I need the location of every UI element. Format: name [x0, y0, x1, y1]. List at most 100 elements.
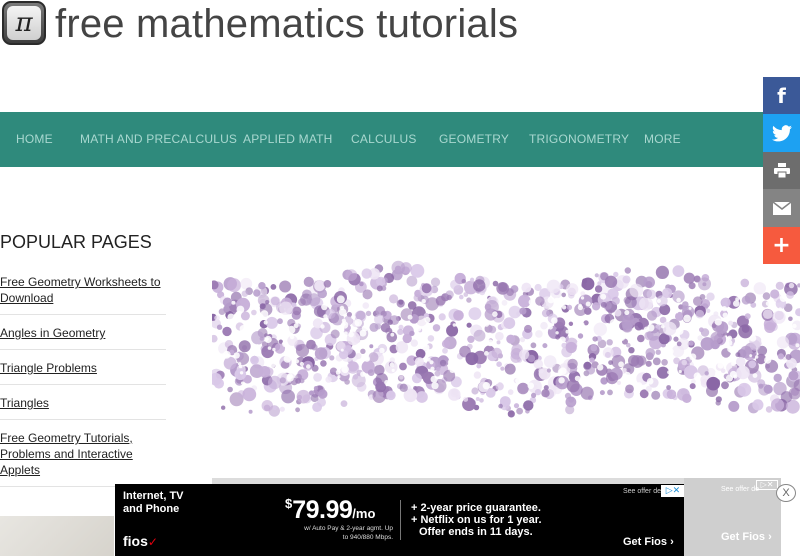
- flower-petal: [279, 377, 286, 384]
- flower-highlight: [733, 300, 740, 307]
- nav-math-and-precalculus[interactable]: MATH AND PRECALCULUS: [80, 112, 237, 167]
- flower-petal: [506, 334, 516, 344]
- flower-petal: [463, 292, 469, 297]
- flower-highlight: [511, 327, 518, 335]
- flower-highlight: [761, 337, 769, 345]
- twitter-share-button[interactable]: [763, 114, 800, 152]
- nav-more[interactable]: MORE: [644, 112, 681, 167]
- flower-petal: [436, 366, 441, 372]
- flower-highlight: [675, 327, 684, 335]
- close-ad-button[interactable]: X: [776, 484, 796, 502]
- flower-petal: [500, 366, 505, 371]
- flower-petal: [421, 283, 432, 294]
- ghost-see-offer: See offer de: [721, 486, 760, 493]
- flower-highlight: [282, 340, 289, 348]
- flower-highlight: [363, 355, 370, 362]
- flower-petal: [593, 322, 607, 336]
- flower-petal: [676, 341, 682, 347]
- flower-highlight: [224, 322, 228, 326]
- flower-petal: [606, 372, 619, 385]
- flower-petal: [645, 385, 652, 392]
- flower-petal: [214, 315, 220, 321]
- flower-petal: [496, 361, 502, 367]
- flower-petal: [590, 344, 598, 352]
- flower-petal: [227, 386, 233, 393]
- flower-petal: [343, 345, 353, 355]
- flower-petal: [413, 293, 422, 302]
- flower-petal: [770, 289, 780, 299]
- print-share-button[interactable]: [763, 152, 800, 189]
- sidebar-thumbnail-image[interactable]: [0, 516, 114, 556]
- flower-petal: [432, 324, 441, 332]
- flower-petal: [453, 310, 464, 321]
- fios-banner-ad[interactable]: Internet, TV and Phone fios✓ $79.99/mo w…: [115, 484, 685, 556]
- more-share-button[interactable]: +: [763, 227, 800, 264]
- flower-highlight: [577, 304, 583, 311]
- flower-petal: [212, 334, 218, 343]
- flower-petal: [410, 339, 418, 347]
- flower-highlight: [548, 324, 553, 330]
- flower-petal: [666, 389, 677, 400]
- flower-petal: [251, 331, 265, 345]
- popular-link-triangle-problems[interactable]: Triangle Problems: [0, 360, 166, 376]
- flower-petal: [346, 361, 360, 374]
- flower-highlight: [515, 377, 521, 384]
- flower-highlight: [449, 366, 456, 373]
- flower-petal: [498, 403, 503, 409]
- flower-petal: [753, 282, 766, 295]
- flower-petal: [369, 344, 374, 349]
- flower-petal: [459, 294, 464, 300]
- flower-petal: [248, 409, 253, 414]
- flower-petal: [416, 391, 428, 403]
- flower-highlight: [675, 310, 679, 314]
- popular-link-triangles[interactable]: Triangles: [0, 395, 166, 411]
- flower-highlight: [527, 382, 535, 390]
- facebook-share-button[interactable]: f: [763, 77, 800, 114]
- site-logo[interactable]: π: [2, 1, 46, 45]
- ad-price: $79.99/mo: [285, 496, 376, 524]
- flower-petal: [374, 314, 384, 325]
- flower-highlight: [343, 331, 348, 336]
- flower-petal: [430, 277, 441, 287]
- flower-highlight: [340, 321, 349, 329]
- flower-petal: [397, 328, 404, 335]
- flower-petal: [652, 357, 661, 366]
- flower-petal: [681, 305, 688, 312]
- flower-highlight: [390, 332, 395, 337]
- flower-highlight: [323, 314, 328, 319]
- ad-see-offer[interactable]: See offer de: [623, 488, 661, 495]
- flower-petal: [391, 260, 406, 275]
- flower-petal: [325, 376, 332, 383]
- popular-link-angles-in-geometry[interactable]: Angles in Geometry: [0, 325, 166, 341]
- flower-highlight: [636, 382, 643, 388]
- flower-petal: [594, 285, 603, 293]
- flower-petal: [695, 309, 705, 319]
- nav-geometry[interactable]: GEOMETRY: [439, 112, 509, 167]
- popular-link-geometry-tutorials[interactable]: Free Geometry Tutorials, Problems and In…: [0, 430, 166, 478]
- nav-calculus[interactable]: CALCULUS: [351, 112, 417, 167]
- flower-highlight: [421, 299, 426, 304]
- ghost-ad[interactable]: See offer de ▷✕ Get Fios ›: [684, 478, 781, 556]
- flower-petal: [468, 307, 482, 320]
- site-title[interactable]: free mathematics tutorials: [55, 0, 518, 48]
- flower-petal: [704, 371, 709, 376]
- flower-petal: [270, 284, 277, 290]
- flower-petal: [762, 292, 771, 300]
- email-share-button[interactable]: [763, 189, 800, 227]
- ghost-ad-choices-icon[interactable]: ▷✕: [756, 480, 778, 490]
- flower-petal: [721, 381, 729, 390]
- site-header: π free mathematics tutorials: [0, 0, 800, 112]
- flower-highlight: [241, 381, 244, 385]
- nav-applied-math[interactable]: APPLIED MATH: [243, 112, 333, 167]
- ad-choices-icon[interactable]: ▷✕: [661, 485, 685, 497]
- get-fios-button[interactable]: Get Fios ›: [623, 536, 674, 548]
- flower-petal: [277, 318, 283, 325]
- flower-petal: [758, 383, 764, 389]
- popular-link-geometry-worksheets[interactable]: Free Geometry Worksheets to Download: [0, 274, 166, 306]
- flower-petal: [340, 400, 348, 407]
- flower-petal: [313, 386, 319, 391]
- nav-home[interactable]: HOME: [16, 112, 53, 167]
- flower-highlight: [294, 359, 300, 364]
- flower-highlight: [422, 344, 430, 351]
- nav-trigonometry[interactable]: TRIGONOMETRY: [529, 112, 629, 167]
